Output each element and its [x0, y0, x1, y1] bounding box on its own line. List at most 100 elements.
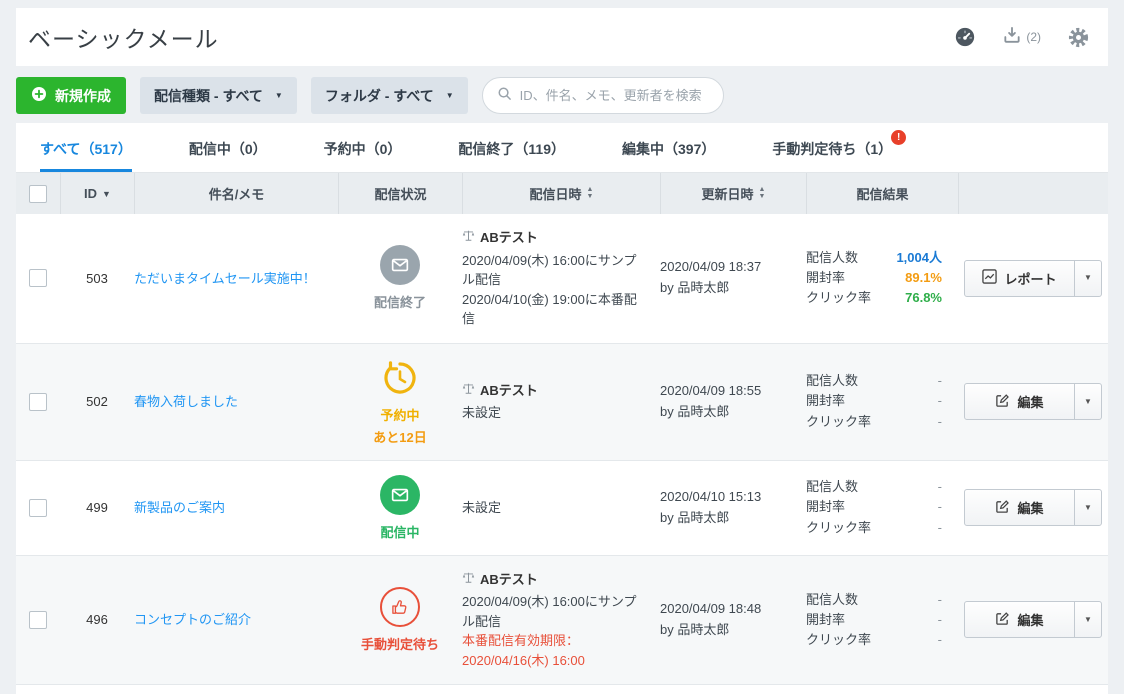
updated-datetime: 2020/04/09 18:55 [660, 381, 806, 402]
subject-link[interactable]: 新製品のご案内 [134, 500, 225, 515]
column-header-id[interactable]: ID ▼ [60, 173, 134, 214]
subject-cell: 春物入荷しました [134, 392, 338, 412]
column-label: 更新日時 [702, 184, 754, 203]
toolbar: 新規作成 配信種類 - すべて ▼ フォルダ - すべて ▼ [16, 77, 1108, 114]
create-new-button[interactable]: 新規作成 [16, 77, 126, 114]
updated-by: by 品時太郎 [660, 620, 806, 641]
row-checkbox[interactable] [29, 611, 47, 629]
sort-both-icon: ▲▼ [759, 187, 766, 200]
tab-editing[interactable]: 編集中（397） [622, 123, 715, 172]
updated-by: by 品時太郎 [660, 402, 806, 423]
result-line: 開封率- [806, 497, 942, 517]
result-line: クリック率76.8% [806, 288, 942, 308]
column-header-delivery-datetime[interactable]: 配信日時 ▲▼ [462, 173, 660, 214]
status-countdown: あと12日 [338, 427, 462, 446]
delivery-type-filter-dropdown[interactable]: 配信種類 - すべて ▼ [140, 77, 297, 114]
subject-link[interactable]: ただいまタイムセール実施中！ [134, 271, 316, 286]
delivery-datetime-cell: 未設定 [462, 498, 660, 518]
action-cell: 編集 ▼ [958, 601, 1108, 638]
delivery-line: 未設定 [462, 403, 644, 423]
result-line: クリック率- [806, 412, 942, 432]
updated-datetime: 2020/04/09 18:37 [660, 257, 806, 278]
mail-list-card: すべて（517） 配信中（0） 予約中（0） 配信終了（119） 編集中（397… [16, 123, 1108, 694]
result-label: 開封率 [806, 391, 845, 411]
subject-cell: ただいまタイムセール実施中！ [134, 269, 338, 289]
result-label: 開封率 [806, 497, 845, 517]
result-line: 配信人数- [806, 590, 942, 610]
column-header-result: 配信結果 [806, 173, 958, 214]
tab-all[interactable]: すべて（517） [40, 123, 132, 172]
folder-filter-dropdown[interactable]: フォルダ - すべて ▼ [311, 77, 468, 114]
download-button[interactable]: (2) [1002, 25, 1041, 50]
column-header-subject: 件名/メモ [134, 173, 338, 214]
column-header-action [958, 173, 1108, 214]
edit-button[interactable]: 編集 [965, 384, 1074, 419]
plus-icon [31, 86, 47, 105]
column-label: ID [84, 186, 97, 201]
status-label: 手動判定待ち [338, 634, 462, 653]
chevron-down-icon: ▼ [446, 92, 454, 100]
status-cell: 手動判定待ち [338, 587, 462, 653]
report-button[interactable]: レポート [965, 261, 1074, 296]
delivery-line: 2020/04/09(木) 16:00にサンプル配信 [462, 251, 644, 290]
action-cell: 編集 ▼ [958, 383, 1108, 420]
table-header: ID ▼ 件名/メモ 配信状況 配信日時 ▲▼ 更新日時 ▲▼ 配信結果 [16, 173, 1108, 214]
page-header: ベーシックメール (2) [16, 8, 1108, 66]
result-value: - [938, 590, 942, 610]
row-checkbox-cell [16, 499, 60, 517]
result-label: クリック率 [806, 518, 871, 538]
result-line: 開封率89.1% [806, 268, 942, 288]
gauge-icon[interactable] [954, 26, 976, 48]
ab-test-icon [462, 381, 475, 401]
download-count: (2) [1026, 30, 1041, 44]
report-chart-icon [982, 269, 997, 287]
tab-scheduled[interactable]: 予約中（0） [324, 123, 402, 172]
ab-test-line: ABテスト [462, 570, 644, 590]
result-label: クリック率 [806, 412, 871, 432]
status-cell: 予約中 あと12日 [338, 358, 462, 446]
ab-test-icon [462, 570, 475, 590]
result-value: - [938, 610, 942, 630]
subject-link[interactable]: 春物入荷しました [134, 394, 238, 409]
delivering-envelope-icon [380, 475, 420, 515]
result-label: クリック率 [806, 630, 871, 650]
action-dropdown-button[interactable]: ▼ [1074, 602, 1101, 637]
updated-by: by 品時太郎 [660, 278, 806, 299]
column-header-updated-datetime[interactable]: 更新日時 ▲▼ [660, 173, 806, 214]
edit-pencil-icon [995, 499, 1010, 517]
gear-icon[interactable] [1067, 26, 1090, 49]
result-label: 配信人数 [806, 248, 858, 268]
chevron-down-icon: ▼ [1084, 274, 1092, 282]
select-all-checkbox[interactable] [29, 185, 47, 203]
tab-ended[interactable]: 配信終了（119） [458, 123, 565, 172]
updated-cell: 2020/04/09 18:48 by 品時太郎 [660, 599, 806, 641]
scheduled-clock-icon [380, 358, 420, 398]
subject-link[interactable]: コンセプトのご紹介 [134, 612, 251, 627]
search-input[interactable] [520, 88, 709, 103]
search-icon [497, 86, 512, 106]
result-line: 開封率- [806, 391, 942, 411]
action-label: 編集 [1017, 392, 1043, 411]
action-dropdown-button[interactable]: ▼ [1074, 261, 1101, 296]
ab-test-icon [462, 228, 475, 248]
table-row: 495 テンプレート ABテスト 2020/04/09 18:50 by 品時太… [16, 685, 1108, 694]
result-label: 配信人数 [806, 371, 858, 391]
status-cell: 配信中 [338, 475, 462, 541]
action-dropdown-button[interactable]: ▼ [1074, 384, 1101, 419]
row-checkbox[interactable] [29, 393, 47, 411]
status-label: 配信終了 [338, 292, 462, 311]
tab-manual-waiting[interactable]: 手動判定待ち（1） ! [772, 123, 892, 172]
result-value: 76.8% [905, 288, 942, 308]
action-label: 編集 [1017, 610, 1043, 629]
edit-button[interactable]: 編集 [965, 490, 1074, 525]
row-checkbox-cell [16, 393, 60, 411]
action-dropdown-button[interactable]: ▼ [1074, 490, 1101, 525]
manual-waiting-thumbs-up-icon [380, 587, 420, 627]
tab-delivering[interactable]: 配信中（0） [189, 123, 267, 172]
edit-button[interactable]: 編集 [965, 602, 1074, 637]
select-all-cell [16, 173, 60, 214]
row-checkbox[interactable] [29, 269, 47, 287]
result-value: - [938, 477, 942, 497]
result-line: 配信人数- [806, 477, 942, 497]
row-checkbox[interactable] [29, 499, 47, 517]
